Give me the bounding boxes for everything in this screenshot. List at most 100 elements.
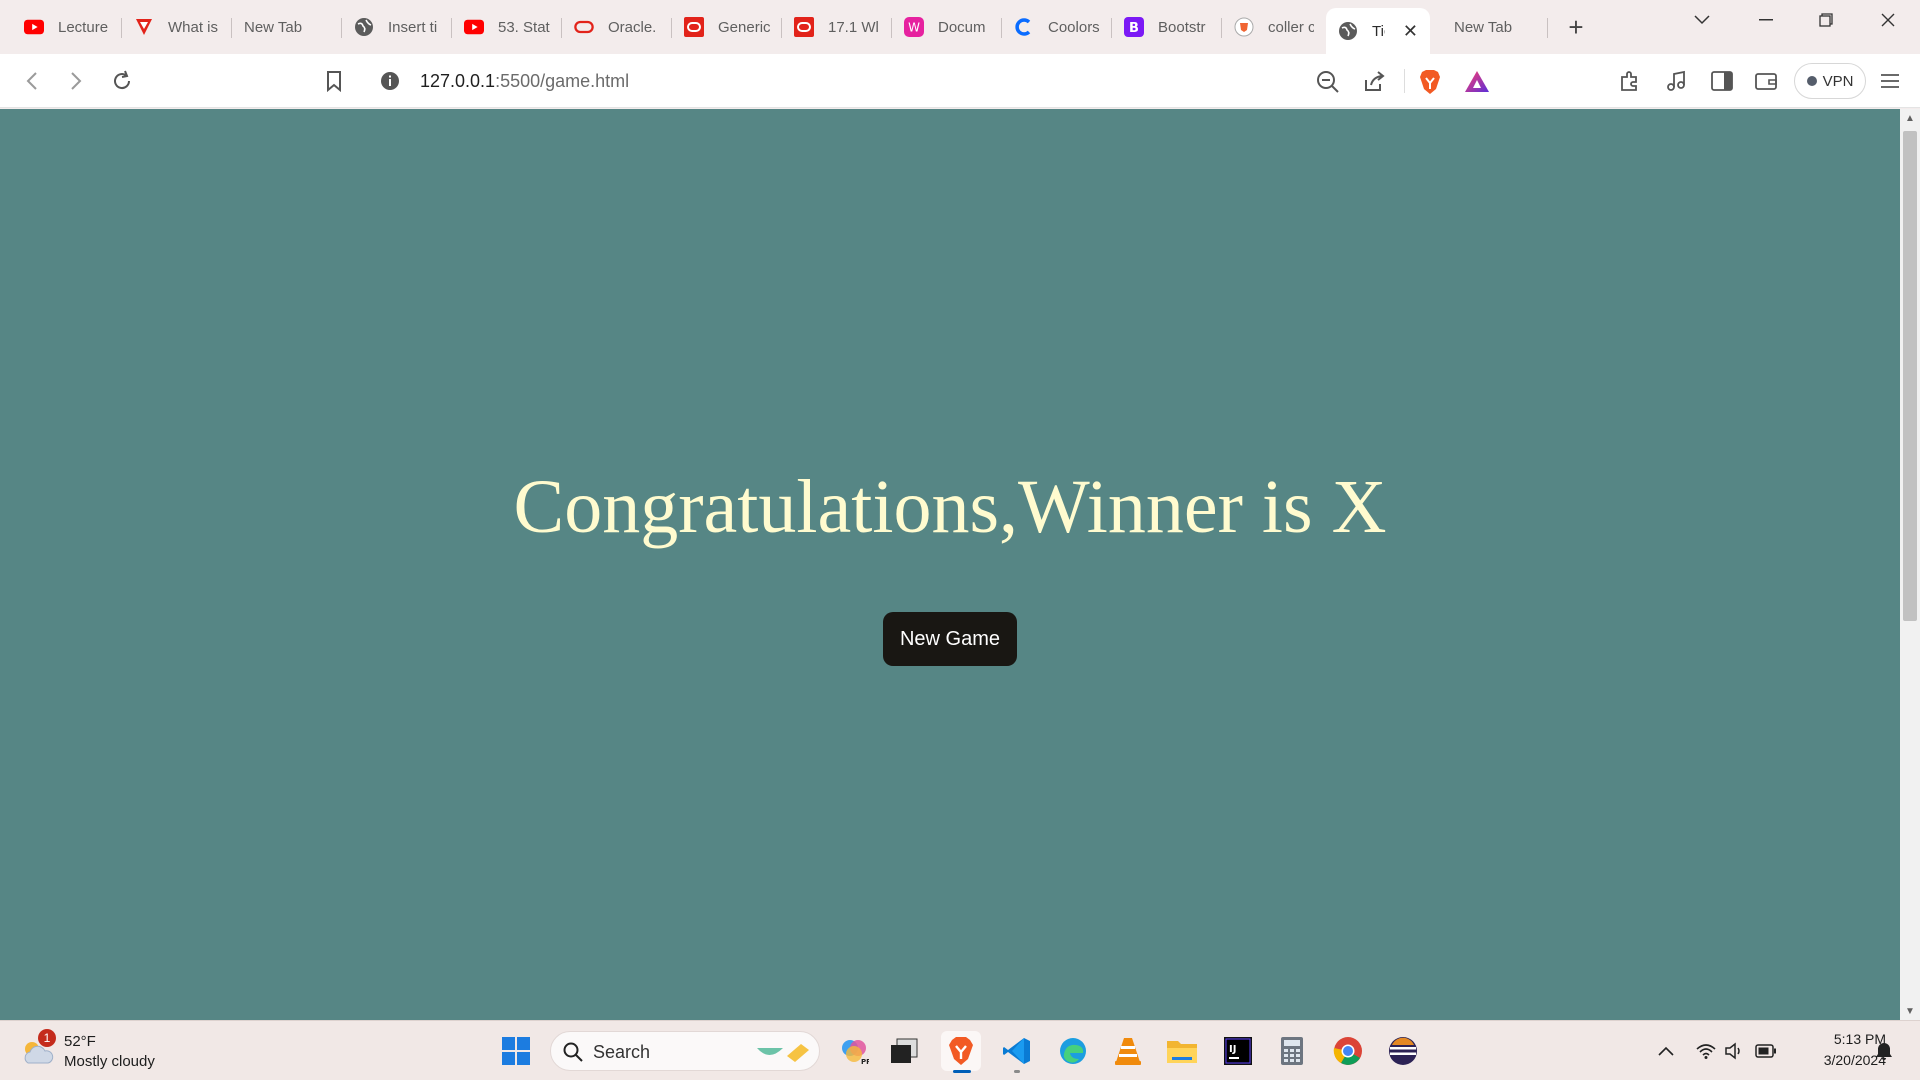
youtube-icon (464, 17, 484, 37)
search-icon (563, 1042, 583, 1067)
weather-condition: Mostly cloudy (64, 1053, 155, 1070)
tab-docum[interactable]: W Docum (892, 7, 1002, 47)
tab-label: Docum (938, 18, 986, 36)
vivaldi-icon (134, 17, 154, 37)
weather-alert-badge: 1 (38, 1029, 56, 1047)
windows-taskbar: 1 52°F Mostly cloudy Search PRE IJ 5:13 … (0, 1020, 1920, 1080)
copilot-icon[interactable]: PRE (834, 1031, 874, 1071)
media-music-icon[interactable] (1662, 67, 1690, 95)
sidebar-toggle-icon[interactable] (1708, 67, 1736, 95)
tab-coolors[interactable]: Coolors (1002, 7, 1112, 47)
bootstrap-icon: B (1124, 17, 1144, 37)
address-bar[interactable]: 127.0.0.1:5500/game.html (366, 61, 1500, 101)
minimize-button[interactable] (1736, 0, 1796, 40)
wifi-icon[interactable] (1694, 1039, 1718, 1063)
tab-label: 53. Stat (498, 18, 550, 36)
tab-label: Oracle. (608, 18, 657, 36)
tab-insert[interactable]: Insert ti (342, 7, 452, 47)
globe-icon (1338, 21, 1358, 41)
file-explorer-icon[interactable] (1162, 1031, 1202, 1071)
chrome-icon[interactable] (1328, 1031, 1368, 1071)
weather-temperature: 52°F (64, 1033, 96, 1050)
taskbar-search[interactable]: Search (550, 1031, 820, 1071)
brave-rewards-icon[interactable] (1464, 70, 1490, 99)
eclipse-icon[interactable] (1383, 1031, 1423, 1071)
vpn-label: VPN (1822, 72, 1854, 90)
menu-hamburger-icon[interactable] (1876, 67, 1904, 95)
restore-button[interactable] (1796, 0, 1856, 40)
tab-new-tab[interactable]: New Tab (232, 7, 342, 47)
oracle-icon (794, 17, 814, 37)
wallet-icon[interactable] (1752, 67, 1780, 95)
forward-icon[interactable] (62, 67, 90, 95)
notification-bell-icon[interactable] (1872, 1039, 1896, 1063)
tab-label: New Tab (244, 18, 303, 36)
tab-label: What is (168, 18, 219, 36)
intellij-icon[interactable]: IJ (1218, 1031, 1258, 1071)
tab-label: coller c (1268, 18, 1314, 36)
tab-tic-active[interactable]: Tic ✕ (1326, 8, 1430, 54)
volume-icon[interactable] (1722, 1039, 1746, 1063)
tab-label: Lecture (58, 18, 109, 36)
tab-label: New Tab (1454, 18, 1513, 36)
tab-new-tab-2[interactable]: New Tab (1430, 7, 1548, 47)
tab-label: Bootstr (1158, 18, 1206, 36)
vpn-status-dot (1806, 76, 1817, 86)
new-game-button[interactable]: New Game (883, 612, 1017, 666)
globe-icon (354, 17, 374, 37)
vlc-icon[interactable] (1108, 1031, 1148, 1071)
tab-generic[interactable]: Generic (672, 7, 782, 47)
vscode-icon[interactable] (997, 1031, 1037, 1073)
tab-53-stat[interactable]: 53. Stat (452, 7, 562, 47)
scrollbar-thumb[interactable] (1903, 131, 1917, 621)
tab-label: Coolors (1048, 18, 1100, 36)
task-view-icon[interactable] (884, 1031, 924, 1071)
weather-widget[interactable]: 1 52°F Mostly cloudy (20, 1029, 200, 1073)
brave-shields-icon[interactable] (1418, 69, 1442, 100)
scroll-down-arrow-icon[interactable]: ▼ (1900, 1002, 1920, 1020)
scroll-up-arrow-icon[interactable]: ▲ (1900, 109, 1920, 127)
svg-text:IJ: IJ (1229, 1044, 1236, 1055)
oracle-icon (684, 17, 704, 37)
tab-label: Generic (718, 18, 770, 36)
game-page: Congratulations,Winner is X New Game (0, 109, 1900, 1020)
tab-search-chevron-icon[interactable] (1672, 0, 1732, 40)
battery-icon[interactable] (1754, 1039, 1778, 1063)
search-label: Search (593, 1042, 651, 1062)
start-windows-icon[interactable] (496, 1031, 536, 1071)
extensions-icon[interactable] (1616, 67, 1644, 95)
vpn-button[interactable]: VPN (1794, 63, 1866, 99)
new-tab-button[interactable]: + (1556, 7, 1596, 47)
zoom-out-icon[interactable] (1316, 70, 1340, 99)
tab-lecture[interactable]: Lecture (12, 7, 122, 47)
tab-what-is[interactable]: What is (122, 7, 232, 47)
tab-coller[interactable]: coller c (1222, 7, 1326, 47)
reload-icon[interactable] (108, 67, 136, 95)
tab-oracle[interactable]: Oracle. (562, 7, 672, 47)
tab-label: Insert ti (388, 18, 438, 36)
tab-strip: Lecture What is New Tab Insert ti 53. St… (0, 0, 1920, 54)
active-app-indicator (953, 1070, 971, 1073)
edge-icon[interactable] (1053, 1031, 1093, 1071)
tray-chevron-up-icon[interactable] (1654, 1039, 1678, 1063)
site-info-icon[interactable] (380, 71, 400, 96)
tab-17-1[interactable]: 17.1 Wl (782, 7, 892, 47)
tab-bootstrap[interactable]: B Bootstr (1112, 7, 1222, 47)
docs-icon: W (904, 17, 924, 37)
calculator-icon[interactable] (1272, 1031, 1312, 1071)
close-window-button[interactable] (1858, 0, 1918, 40)
svg-text:B: B (1129, 21, 1139, 36)
winner-message: Congratulations,Winner is X (513, 465, 1387, 549)
youtube-icon (24, 17, 44, 37)
close-icon[interactable]: ✕ (1403, 21, 1418, 42)
back-icon[interactable] (18, 67, 46, 95)
share-icon[interactable] (1362, 70, 1386, 99)
brave-browser-taskbar-icon[interactable] (941, 1031, 981, 1073)
search-highlight-icon (753, 1038, 813, 1071)
address-path: :5500/game.html (495, 71, 630, 91)
bookmark-icon[interactable] (320, 67, 348, 95)
tab-label: Tic (1372, 22, 1385, 40)
svg-text:PRE: PRE (861, 1058, 869, 1066)
coolors-icon (1014, 17, 1034, 37)
page-scrollbar[interactable]: ▲ ▼ (1900, 109, 1920, 1020)
